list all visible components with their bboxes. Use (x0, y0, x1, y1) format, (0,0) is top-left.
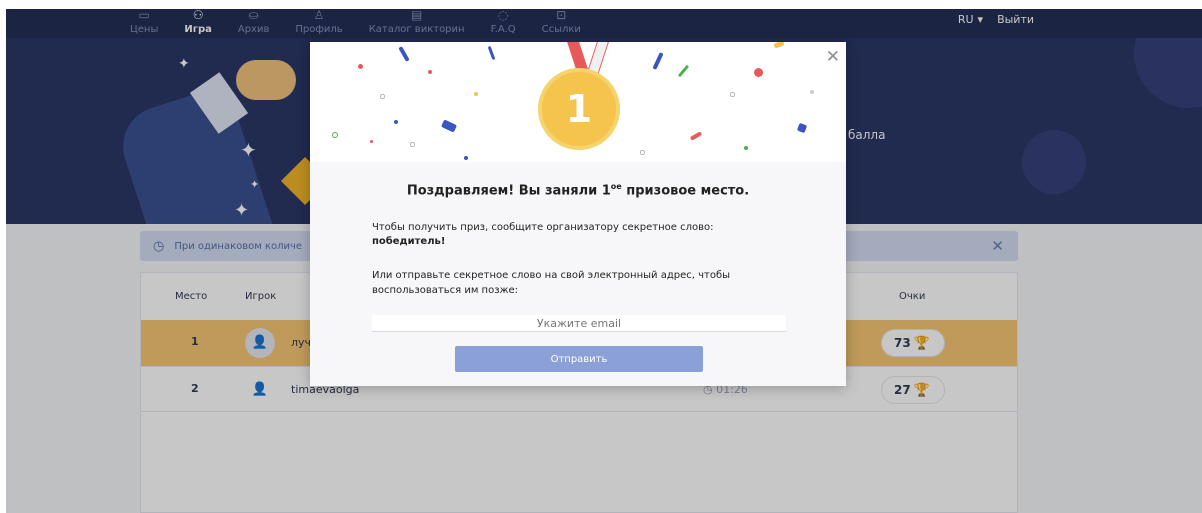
confetti (730, 92, 735, 97)
title-superscript: ое (610, 182, 622, 191)
confetti (744, 146, 748, 150)
confetti (370, 140, 373, 143)
confetti (677, 64, 690, 78)
send-button[interactable]: Отправить (455, 346, 703, 372)
medal-icon: 1 (538, 68, 620, 150)
close-icon[interactable]: ✕ (826, 47, 840, 67)
confetti (464, 156, 468, 160)
email-input[interactable] (372, 315, 786, 332)
modal-title: Поздравляем! Вы заняли 1ое призовое мест… (310, 182, 846, 198)
confetti (358, 64, 363, 69)
title-after: призовое место. (621, 183, 750, 199)
modal-header-illustration: 1 ✕ (310, 42, 846, 162)
confetti (796, 122, 808, 134)
email-instruction-text: Или отправьте секретное слово на свой эл… (372, 270, 731, 296)
confetti (440, 119, 458, 133)
confetti (754, 68, 763, 77)
confetti (474, 92, 478, 96)
instruction-text: Чтобы получить приз, сообщите организато… (372, 222, 714, 233)
confetti (689, 131, 703, 141)
confetti (398, 46, 410, 62)
confetti (652, 51, 664, 71)
confetti (394, 120, 398, 124)
confetti (487, 45, 496, 61)
confetti (332, 132, 338, 138)
confetti (640, 150, 645, 155)
title-before: Поздравляем! Вы заняли 1 (406, 183, 611, 199)
prize-modal: 1 ✕ Поздравляем! Вы заняли 1ое призовое … (310, 42, 846, 386)
confetti (773, 42, 785, 49)
confetti (410, 142, 415, 147)
confetti (428, 70, 432, 74)
medal-number: 1 (565, 87, 593, 131)
confetti (380, 94, 385, 99)
confetti (810, 90, 814, 94)
secret-word: победитель! (372, 236, 446, 247)
